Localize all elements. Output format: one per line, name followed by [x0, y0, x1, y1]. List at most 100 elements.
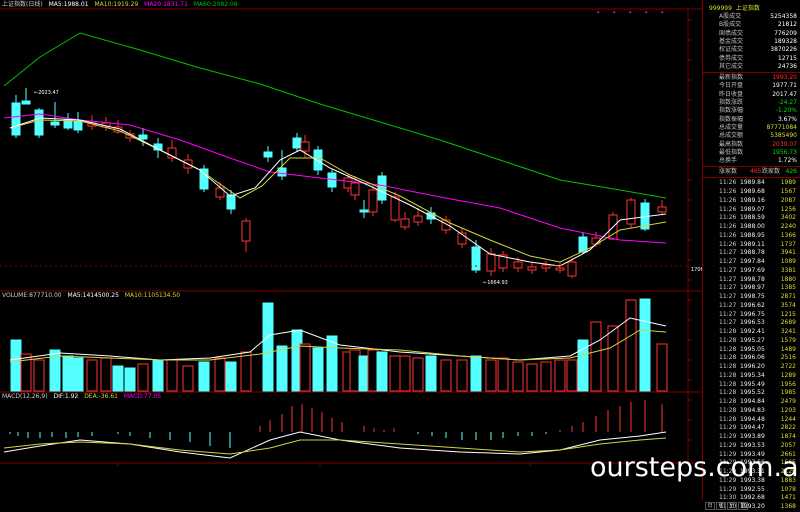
- tick-volume: 2722: [780, 363, 796, 371]
- period-button[interactable]: 笔: [738, 502, 748, 510]
- volume-bar: [389, 355, 401, 392]
- volume-bar: [312, 347, 324, 392]
- tick-time: 11:26: [719, 196, 737, 204]
- tick-row: 11:27 1997.84 1089: [703, 258, 800, 267]
- ma10-line: [9, 119, 667, 263]
- tick-price: 1998.78: [740, 275, 765, 283]
- tick-row: 11:29 1993.53 2057: [703, 442, 800, 451]
- tick-time: 11:27: [719, 258, 737, 266]
- candle-body: [226, 194, 236, 210]
- quote-label: 指数涨跌: [719, 99, 744, 106]
- period-button[interactable]: 线: [716, 502, 726, 510]
- stat-label: 基金成交: [719, 37, 744, 45]
- candle-body: [400, 218, 410, 228]
- candle-body: [657, 206, 667, 213]
- tick-time: 11:28: [719, 389, 737, 397]
- stat-row: 国债成交 776209: [703, 30, 800, 38]
- up-count: 465: [750, 168, 762, 176]
- period-button[interactable]: 日: [705, 502, 715, 510]
- candle-body: [359, 209, 369, 213]
- ma5-label: MA5:1988.01: [48, 1, 89, 8]
- tick-time: 11:26: [719, 188, 737, 196]
- tick-time: 11:26: [719, 231, 737, 239]
- tick-time: 11:28: [719, 371, 737, 379]
- tick-volume: 1385: [780, 284, 796, 292]
- candle-body: [471, 246, 481, 271]
- tick-volume: 1489: [780, 345, 796, 353]
- stat-value: 21812: [777, 21, 797, 29]
- volume-panel-title: VOLUME:877710.00 MA5:1414500.25 MA10:110…: [2, 292, 184, 300]
- tick-price: 1993.53: [740, 441, 765, 449]
- tick-row: 11:28 1995.34 1289: [703, 372, 800, 381]
- tick-volume: 2057: [780, 441, 796, 449]
- tick-volume: 1256: [780, 205, 796, 213]
- tick-time: 11:28: [719, 363, 737, 371]
- quote-row: 昨日收盘 2017.47: [703, 91, 800, 99]
- updown-row: 涨家数 465 跌家数 426: [703, 168, 800, 176]
- main-panel-title: 上证指数(日线) MA5:1988.01 MA10:1919.29 MA20:1…: [2, 1, 242, 9]
- tick-volume: 1985: [780, 389, 796, 397]
- tick-volume: 1366: [780, 231, 796, 239]
- volume-bar: [399, 355, 411, 392]
- tick-volume: 1289: [780, 371, 796, 379]
- tick-volume: 1956: [780, 380, 796, 388]
- quote-row: 总成交量 87771084: [703, 124, 800, 132]
- kline-chart[interactable]: 1706.1 ✦ ✦ ✦ ✦ ✦ ←2023.47 ←1664.93: [0, 0, 702, 500]
- tick-price: 1995.27: [740, 336, 765, 344]
- tick-time: 11:28: [719, 336, 737, 344]
- tick-row: 11:28 1994.83 1203: [703, 407, 800, 416]
- tick-price: 1996.20: [740, 363, 765, 371]
- tick-time: 11:27: [719, 284, 737, 292]
- tick-price: 1988.59: [740, 214, 765, 222]
- stat-row: B股成交 21812: [703, 21, 800, 29]
- candle-body: [527, 266, 537, 271]
- volume-bar: [33, 359, 45, 392]
- quote-row: 指数涨跌 -24.27: [703, 99, 800, 107]
- tick-price: 1994.47: [740, 424, 765, 432]
- macd-label: MACD:77.05: [123, 393, 162, 400]
- quote-value: 1977.71: [772, 82, 797, 90]
- tick-time: 11:27: [719, 266, 737, 274]
- tick-volume: 1368: [780, 503, 796, 511]
- tick-row: 11:27 1996.75 1215: [703, 311, 800, 320]
- quote-row: 总成交额 5385490: [703, 132, 800, 140]
- ma10-label: MA10:1919.29: [94, 1, 139, 8]
- star-marker: ✦: [596, 10, 600, 16]
- tick-volume: 2822: [780, 424, 796, 432]
- index-code: 999999: [709, 5, 732, 12]
- candle-body: [50, 121, 60, 126]
- quote-label: 最低指数: [719, 148, 744, 156]
- quote-row: 今日开盘 1977.71: [703, 82, 800, 90]
- quote-row: 最低指数 1956.73: [703, 149, 800, 157]
- stat-row: 权证成交 3870226: [703, 46, 800, 54]
- candle-body: [11, 102, 21, 136]
- stat-row: 其它成交 24736: [703, 63, 800, 71]
- tick-price: 1995.34: [740, 371, 765, 379]
- volume-bar: [182, 365, 194, 392]
- tick-volume: 1244: [780, 415, 796, 423]
- volume-bar: [198, 361, 210, 392]
- stat-value: 5254358: [770, 13, 797, 20]
- candle-body: [292, 137, 302, 149]
- tick-row: 11:28 1994.84 2479: [703, 398, 800, 407]
- quote-row: 指数振幅 3.67%: [703, 116, 800, 124]
- tick-price: 1995.52: [740, 389, 765, 397]
- quote-row: 最新指数 1993.20: [703, 74, 800, 82]
- candle-body: [300, 141, 310, 152]
- tick-volume: 1989: [780, 179, 796, 187]
- tick-price: 1989.11: [740, 240, 765, 248]
- quote-label: 总成交量: [719, 123, 744, 131]
- tick-row: 11:27 1998.75 2871: [703, 293, 800, 302]
- tick-price: 1995.05: [740, 345, 765, 353]
- stat-label: A股成交: [719, 13, 742, 20]
- tick-price: 1996.53: [740, 319, 765, 327]
- tick-volume: 2479: [780, 398, 796, 406]
- tick-volume: 3941: [780, 249, 796, 257]
- vol-ma10-label: MA10:1105134.50: [124, 292, 181, 299]
- chart-area[interactable]: 1706.1 ✦ ✦ ✦ ✦ ✦ ←2023.47 ←1664.93 上证指数(日线) MA5…: [0, 0, 702, 500]
- stat-row: A股成交 5254358: [703, 13, 800, 21]
- stat-value: 189328: [774, 37, 797, 45]
- stat-value: 24736: [777, 62, 797, 70]
- candle-body: [368, 189, 378, 213]
- period-button[interactable]: 分: [727, 502, 737, 510]
